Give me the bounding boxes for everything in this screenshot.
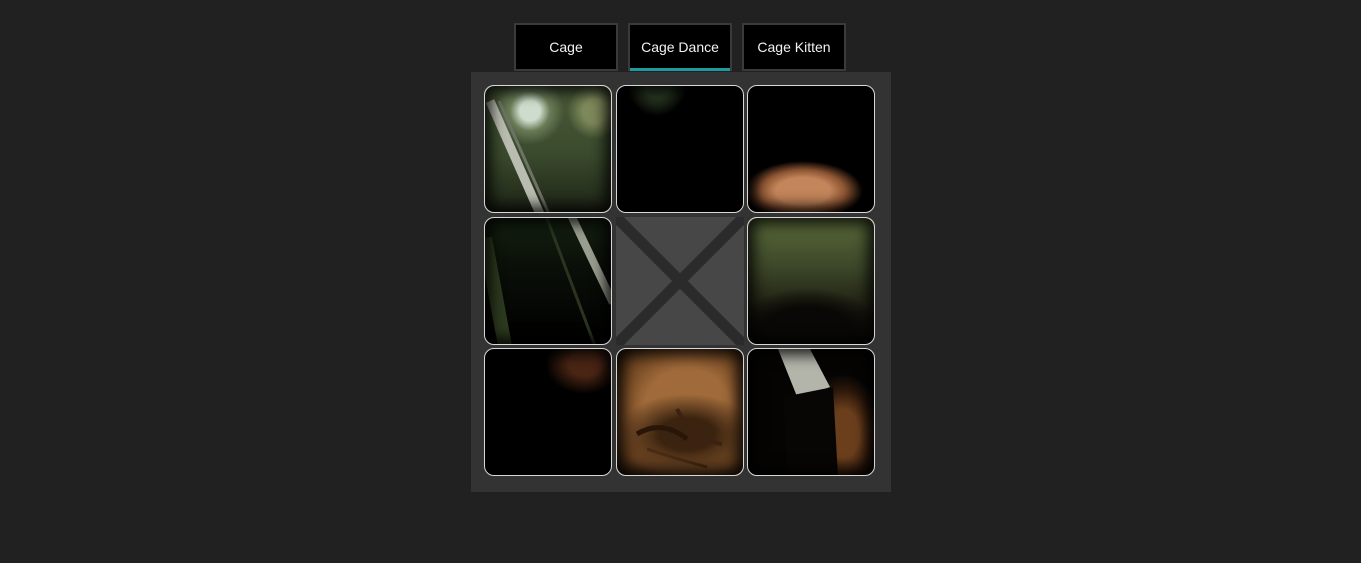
puzzle-tile[interactable] bbox=[484, 85, 612, 213]
puzzle-tile[interactable] bbox=[747, 85, 875, 213]
puzzle-tile[interactable] bbox=[747, 348, 875, 476]
tab-cage-kitten[interactable]: Cage Kitten bbox=[742, 23, 846, 71]
puzzle-tile[interactable] bbox=[484, 348, 612, 476]
tab-cage-dance[interactable]: Cage Dance bbox=[628, 23, 732, 71]
tile-grid bbox=[484, 85, 878, 479]
tab-cage[interactable]: Cage bbox=[514, 23, 618, 71]
puzzle-tile[interactable] bbox=[484, 217, 612, 345]
puzzle-tabs: Cage Cage Dance Cage Kitten bbox=[514, 23, 846, 71]
puzzle-tile[interactable] bbox=[616, 85, 744, 213]
puzzle-board bbox=[471, 72, 891, 492]
puzzle-tile[interactable] bbox=[616, 348, 744, 476]
page: Cage Cage Dance Cage Kitten bbox=[0, 0, 1361, 563]
empty-slot-cross-icon bbox=[616, 217, 744, 345]
empty-slot bbox=[616, 217, 744, 345]
puzzle-tile[interactable] bbox=[747, 217, 875, 345]
